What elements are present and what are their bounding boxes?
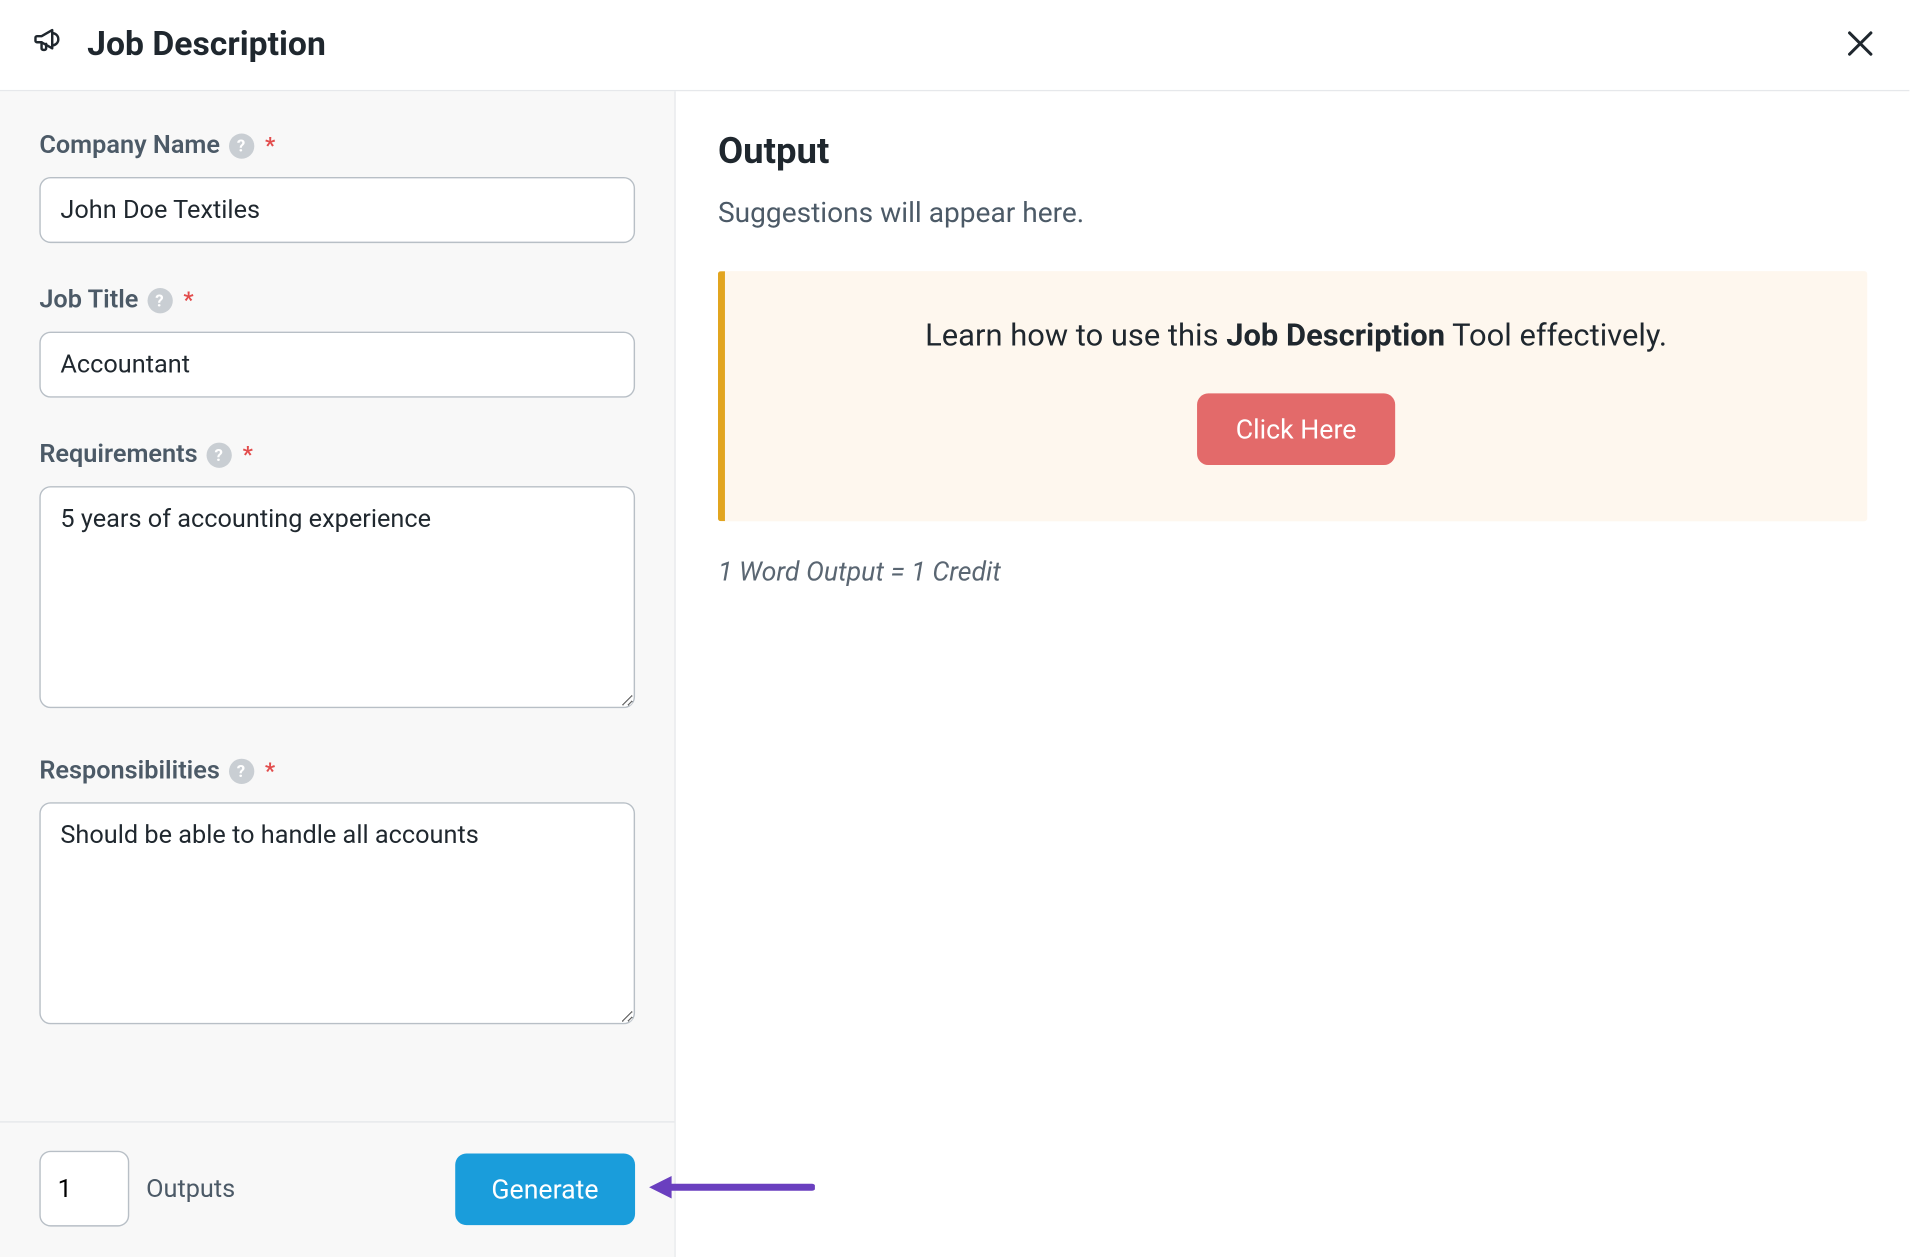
learn-text-bold: Job Description <box>1226 319 1445 354</box>
outputs-group: Outputs <box>39 1151 235 1227</box>
company-name-label: Company Name <box>39 131 220 161</box>
required-star: * <box>265 132 275 159</box>
responsibilities-label: Responsibilities <box>39 756 220 786</box>
help-icon[interactable]: ? <box>228 133 253 158</box>
page-title: Job Description <box>87 24 326 63</box>
requirements-group: Requirements ? * <box>39 440 635 714</box>
learn-text-suffix: Tool effectively. <box>1445 319 1667 354</box>
help-icon[interactable]: ? <box>147 287 172 312</box>
header-left: Job Description <box>31 22 326 64</box>
outputs-count-input[interactable] <box>39 1151 129 1227</box>
learn-card: Learn how to use this Job Description To… <box>718 271 1867 521</box>
job-title-group: Job Title ? * <box>39 285 635 397</box>
responsibilities-textarea[interactable] <box>39 802 635 1024</box>
right-panel: Output Suggestions will appear here. Lea… <box>676 91 1910 1257</box>
job-title-label: Job Title <box>39 285 138 315</box>
company-name-group: Company Name ? * <box>39 131 635 243</box>
requirements-label: Requirements <box>39 440 197 470</box>
modal-header: Job Description <box>0 0 1909 91</box>
responsibilities-group: Responsibilities ? * <box>39 756 635 1030</box>
outputs-label: Outputs <box>146 1174 235 1204</box>
required-star: * <box>183 287 193 314</box>
click-here-button[interactable]: Click Here <box>1196 393 1395 465</box>
close-button[interactable] <box>1842 25 1879 62</box>
company-name-input[interactable] <box>39 177 635 243</box>
job-title-input[interactable] <box>39 332 635 398</box>
required-star: * <box>265 757 275 784</box>
footer-bar: Outputs Generate <box>0 1121 674 1257</box>
learn-text: Learn how to use this Job Description To… <box>753 319 1839 354</box>
left-panel: Company Name ? * Job Title ? * <box>0 91 676 1257</box>
credit-note: 1 Word Output = 1 Credit <box>718 555 1867 587</box>
help-icon[interactable]: ? <box>206 442 231 467</box>
content-row: Company Name ? * Job Title ? * <box>0 91 1909 1257</box>
required-star: * <box>243 441 253 468</box>
learn-text-prefix: Learn how to use this <box>925 319 1226 354</box>
output-subtext: Suggestions will appear here. <box>718 195 1867 229</box>
help-icon[interactable]: ? <box>228 758 253 783</box>
form-area: Company Name ? * Job Title ? * <box>0 91 674 1121</box>
megaphone-icon <box>31 22 68 64</box>
requirements-textarea[interactable] <box>39 486 635 708</box>
generate-button[interactable]: Generate <box>455 1153 635 1225</box>
output-heading: Output <box>718 131 1867 173</box>
